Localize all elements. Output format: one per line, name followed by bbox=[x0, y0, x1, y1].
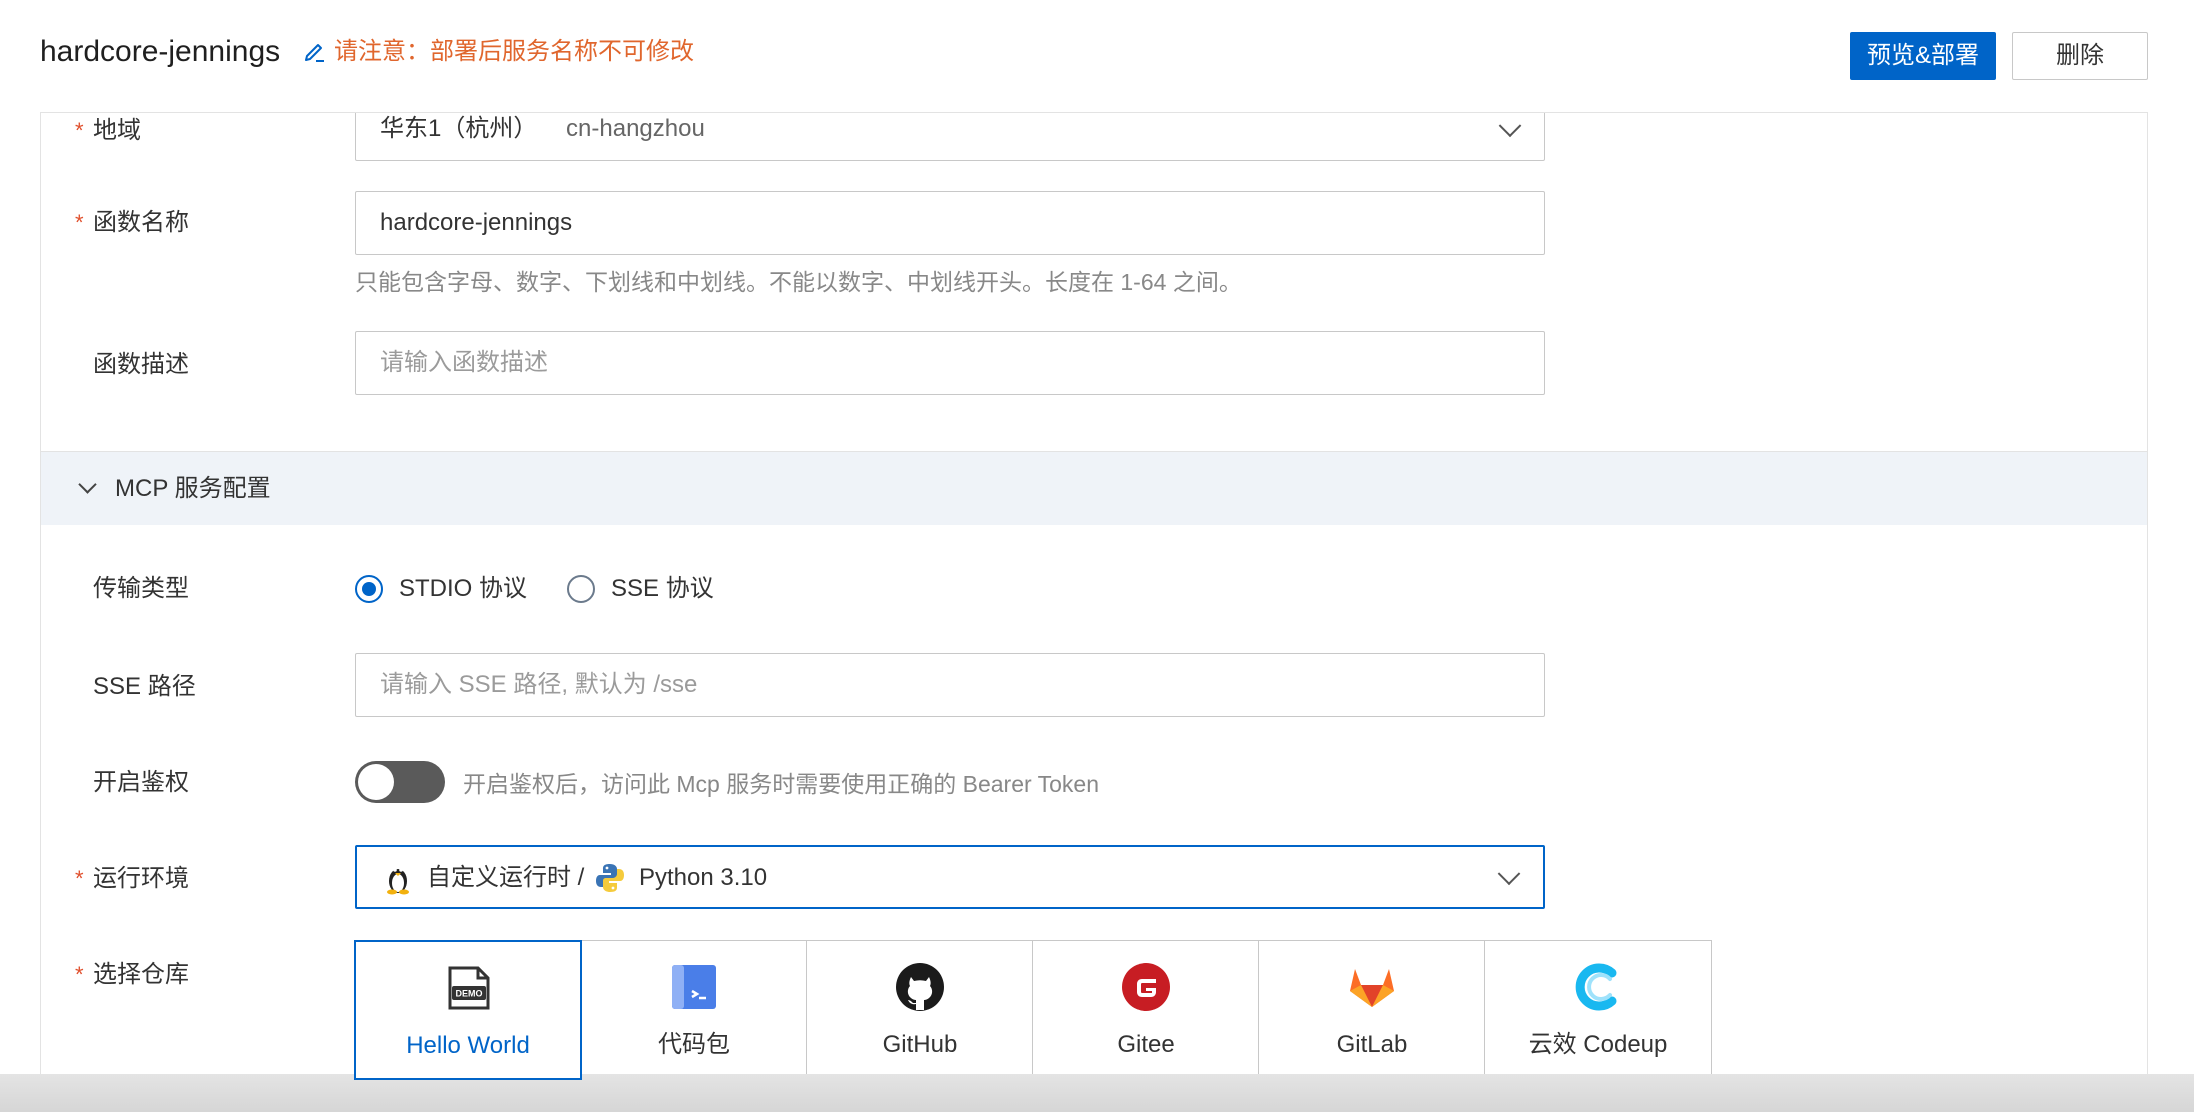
transport-label: 传输类型 bbox=[93, 575, 189, 602]
repo-card-label: GitHub bbox=[882, 1031, 958, 1058]
rename-warning: 请注意：部署后服务名称不可修改 bbox=[334, 38, 694, 65]
stdio-radio-label[interactable]: STDIO 协议 bbox=[399, 571, 527, 607]
repo-card-code-package[interactable]: 代码包 bbox=[580, 940, 808, 1080]
repo-card-label: GitLab bbox=[1336, 1031, 1408, 1058]
service-title: hardcore-jennings bbox=[40, 35, 281, 68]
repo-card-codeup[interactable]: 云效 Codeup bbox=[1484, 940, 1712, 1080]
repo-card-gitlab[interactable]: GitLab bbox=[1258, 940, 1486, 1080]
chevron-down-icon bbox=[1498, 114, 1522, 138]
edit-icon[interactable] bbox=[302, 38, 328, 64]
auth-toggle[interactable] bbox=[355, 761, 445, 803]
sse-path-input[interactable]: 请输入 SSE 路径, 默认为 /sse bbox=[355, 653, 1545, 717]
required-mark: * bbox=[75, 118, 84, 143]
config-panel: * 地域 华东1（杭州） cn-hangzhou * 函数名称 hardcore… bbox=[40, 112, 2148, 1074]
runtime-custom-text: 自定义运行时 / bbox=[427, 864, 585, 891]
delete-button[interactable]: 删除 bbox=[2012, 32, 2148, 80]
linux-penguin-icon bbox=[387, 868, 409, 895]
mcp-section-title: MCP 服务配置 bbox=[115, 475, 271, 502]
sse-radio-label[interactable]: SSE 协议 bbox=[611, 571, 714, 607]
function-desc-label: 函数描述 bbox=[93, 351, 189, 378]
region-select[interactable]: 华东1（杭州） cn-hangzhou bbox=[355, 113, 1545, 161]
repo-card-label: 云效 Codeup bbox=[1528, 1031, 1668, 1058]
function-name-input[interactable]: hardcore-jennings bbox=[355, 191, 1545, 255]
function-name-label: 函数名称 bbox=[93, 209, 189, 236]
window-bottom-bar bbox=[0, 1074, 2194, 1112]
runtime-lang-text: Python 3.10 bbox=[639, 864, 768, 891]
page-header: hardcore-jennings 请注意：部署后服务名称不可修改 预览&部署 … bbox=[0, 0, 2194, 112]
function-desc-input[interactable]: 请输入函数描述 bbox=[355, 331, 1545, 395]
gitee-icon bbox=[1122, 963, 1170, 1011]
code-package-icon bbox=[672, 965, 716, 1009]
required-mark: * bbox=[75, 210, 84, 235]
required-mark: * bbox=[75, 866, 84, 891]
repo-card-label: Hello World bbox=[406, 1032, 530, 1059]
repo-label: 选择仓库 bbox=[93, 961, 189, 988]
repo-card-label: Gitee bbox=[1117, 1031, 1175, 1058]
preview-deploy-button[interactable]: 预览&部署 bbox=[1850, 32, 1996, 80]
region-label: 地域 bbox=[93, 117, 141, 144]
repo-card-hello-world[interactable]: DEMO Hello World bbox=[354, 940, 582, 1080]
repo-card-label: 代码包 bbox=[658, 1031, 730, 1058]
mcp-section-header[interactable]: MCP 服务配置 bbox=[41, 451, 2147, 525]
chevron-down-icon bbox=[1497, 862, 1521, 886]
demo-icon: DEMO bbox=[448, 966, 490, 1010]
sse-radio[interactable] bbox=[567, 575, 595, 603]
required-mark: * bbox=[75, 962, 84, 987]
github-icon bbox=[896, 963, 944, 1011]
auth-help: 开启鉴权后，访问此 Mcp 服务时需要使用正确的 Bearer Token bbox=[463, 771, 1100, 797]
region-value-id: cn-hangzhou bbox=[566, 115, 705, 142]
stdio-radio[interactable] bbox=[355, 575, 383, 603]
repo-options: DEMO Hello World 代码包 GitHub Gitee GitLab… bbox=[354, 940, 1712, 1080]
svg-text:DEMO: DEMO bbox=[456, 989, 483, 999]
auth-label: 开启鉴权 bbox=[93, 769, 189, 796]
runtime-label: 运行环境 bbox=[93, 865, 189, 892]
gitlab-icon bbox=[1350, 969, 1394, 1007]
repo-card-gitee[interactable]: Gitee bbox=[1032, 940, 1260, 1080]
region-value-cn: 华东1（杭州） bbox=[380, 115, 538, 142]
codeup-icon bbox=[1575, 963, 1617, 1011]
function-name-help: 只能包含字母、数字、下划线和中划线。不能以数字、中划线开头。长度在 1-64 之… bbox=[355, 269, 1242, 295]
repo-card-github[interactable]: GitHub bbox=[806, 940, 1034, 1080]
python-icon bbox=[596, 864, 624, 892]
chevron-down-icon bbox=[78, 475, 97, 494]
sse-path-label: SSE 路径 bbox=[93, 673, 196, 700]
toggle-knob bbox=[358, 764, 394, 800]
runtime-select[interactable]: 自定义运行时 / Python 3.10 bbox=[355, 845, 1545, 909]
